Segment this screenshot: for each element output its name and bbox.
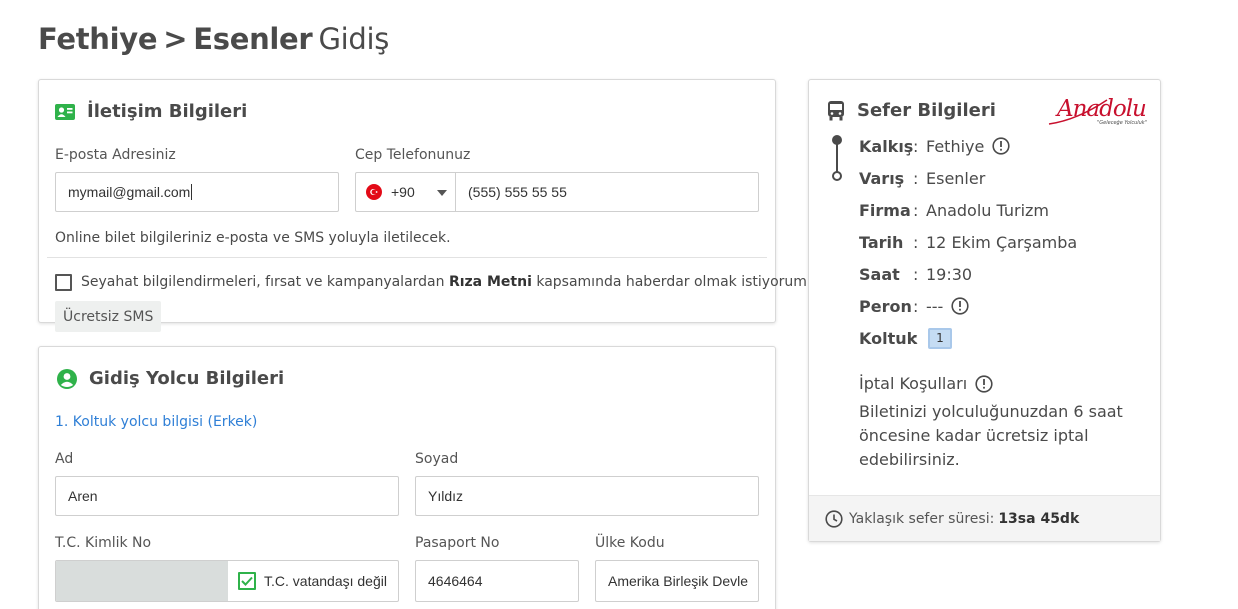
- country-value: Amerika Birleşik Devle: [608, 573, 749, 589]
- first-name-input[interactable]: Aren: [55, 476, 399, 516]
- email-input[interactable]: mymail@gmail.com: [55, 172, 339, 212]
- route-direction: Gidiş: [318, 22, 390, 56]
- departure-value: Fethiye: [926, 136, 985, 156]
- consent-text-before: Seyahat bilgilendirmeleri, fırsat ve kam…: [81, 274, 449, 290]
- first-name-value: Aren: [68, 488, 98, 504]
- platform-row: Peron: ---: [859, 290, 1077, 322]
- seat-passenger-info[interactable]: 1. Koltuk yolcu bilgisi (Erkek): [55, 414, 257, 430]
- row-colon: :: [913, 328, 919, 348]
- departure-row: Kalkış: Fethiye: [859, 130, 1077, 162]
- turkey-flag-icon: [366, 184, 382, 200]
- company-key: Firma: [859, 200, 911, 220]
- last-name-input[interactable]: Yıldız: [415, 476, 759, 516]
- chevron-down-icon: [437, 190, 447, 196]
- date-key: Tarih: [859, 232, 904, 252]
- row-colon: :: [913, 296, 919, 316]
- info-icon[interactable]: [975, 374, 993, 393]
- country-code-value: +90: [391, 184, 415, 200]
- not-citizen-label: T.C. vatandaşı değil: [264, 573, 387, 589]
- not-citizen-toggle[interactable]: T.C. vatandaşı değil: [228, 561, 398, 601]
- route-separator: >: [163, 22, 188, 56]
- contact-card-icon: [55, 103, 75, 120]
- row-colon: :: [913, 168, 919, 188]
- route-destination: Esenler: [193, 22, 313, 56]
- passport-value: 4646464: [428, 573, 483, 589]
- phone-placeholder: (555) 555 55 55: [468, 184, 567, 200]
- last-name-value: Yıldız: [428, 488, 464, 504]
- anadolu-logo: Anadolu "Geleceğe Yolculuk": [1047, 90, 1149, 130]
- last-name-label: Soyad: [415, 451, 459, 467]
- seat-row: Koltuk: 1: [859, 322, 1077, 354]
- text-cursor: [191, 184, 193, 200]
- passport-label: Pasaport No: [415, 535, 500, 551]
- phone-input[interactable]: (555) 555 55 55: [456, 173, 758, 211]
- email-value: mymail@gmail.com: [68, 184, 191, 200]
- row-colon: :: [913, 232, 919, 252]
- passport-input[interactable]: 4646464: [415, 560, 579, 602]
- trip-card: Sefer Bilgileri Anadolu "Geleceğe Yolcul…: [808, 79, 1161, 542]
- email-label: E-posta Adresiniz: [55, 147, 176, 163]
- time-value: 19:30: [926, 264, 973, 284]
- seat-number-badge: 1: [928, 327, 952, 349]
- time-key: Saat: [859, 264, 900, 284]
- cancel-policy-text: Biletinizi yolculuğunuzdan 6 saat öncesi…: [859, 402, 1123, 469]
- tc-id-input-disabled: [56, 561, 228, 601]
- contact-title: İletişim Bilgileri: [55, 101, 247, 122]
- duration-value: 13sa 45dk: [998, 510, 1080, 527]
- cancel-policy-title: İptal Koşulları: [859, 374, 993, 393]
- company-row: Firma: Anadolu Turizm: [859, 194, 1077, 226]
- svg-text:"Geleceğe Yolculuk": "Geleceğe Yolculuk": [1097, 120, 1147, 126]
- seat-key: Koltuk: [859, 328, 918, 348]
- row-colon: :: [913, 136, 919, 156]
- platform-value: ---: [926, 296, 944, 316]
- consent-text-after: kapsamında haberdar olmak istiyorum.: [531, 274, 812, 290]
- free-sms-tooltip: Ücretsiz SMS: [55, 301, 162, 332]
- delivery-info-text: Online bilet bilgileriniz e-posta ve SMS…: [55, 230, 451, 246]
- cancel-policy-title-text: İptal Koşulları: [859, 374, 968, 393]
- row-colon: :: [913, 200, 919, 220]
- row-colon: :: [913, 264, 919, 284]
- bus-icon: [827, 100, 845, 121]
- passenger-card: Gidiş Yolcu Bilgileri 1. Koltuk yolcu bi…: [38, 346, 776, 609]
- page-title: Fethiye > Esenler Gidiş: [38, 22, 389, 56]
- consent-link[interactable]: Rıza Metni: [449, 274, 532, 290]
- arrival-key: Varış: [859, 168, 905, 188]
- passenger-title: Gidiş Yolcu Bilgileri: [57, 368, 284, 389]
- trip-title-text: Sefer Bilgileri: [857, 100, 996, 121]
- tc-id-label: T.C. Kimlik No: [55, 535, 152, 551]
- clock-icon: [825, 509, 843, 528]
- not-citizen-checkbox[interactable]: [238, 572, 256, 590]
- arrival-value: Esenler: [926, 168, 986, 188]
- divider: [47, 257, 767, 258]
- user-icon: [57, 368, 77, 389]
- departure-key: Kalkış: [859, 136, 914, 156]
- arrival-row: Varış: Esenler: [859, 162, 1077, 194]
- consent-text: Seyahat bilgilendirmeleri, fırsat ve kam…: [81, 274, 811, 290]
- country-code-label: Ülke Kodu: [595, 535, 665, 551]
- country-code-select[interactable]: +90: [356, 173, 456, 211]
- company-value: Anadolu Turizm: [926, 200, 1049, 220]
- country-select[interactable]: Amerika Birleşik Devle: [595, 560, 759, 602]
- date-value: 12 Ekim Çarşamba: [926, 232, 1078, 252]
- first-name-label: Ad: [55, 451, 74, 467]
- contact-card: İletişim Bilgileri E-posta Adresiniz mym…: [38, 79, 811, 332]
- duration-label: Yaklaşık sefer süresi:: [849, 510, 995, 527]
- route-timeline: [830, 134, 844, 188]
- svg-text:Anadolu: Anadolu: [1055, 96, 1146, 122]
- trip-title: Sefer Bilgileri: [827, 100, 996, 121]
- info-icon[interactable]: [951, 297, 969, 315]
- time-row: Saat: 19:30: [859, 258, 1077, 290]
- tc-id-field-group: T.C. vatandaşı değil: [55, 560, 399, 602]
- info-icon[interactable]: [992, 137, 1010, 155]
- phone-label: Cep Telefonunuz: [355, 147, 471, 163]
- phone-field-group: +90 (555) 555 55 55: [355, 172, 759, 212]
- date-row: Tarih: 12 Ekim Çarşamba: [859, 226, 1077, 258]
- route-origin: Fethiye: [38, 22, 158, 56]
- contact-title-text: İletişim Bilgileri: [87, 101, 248, 122]
- consent-checkbox[interactable]: [55, 274, 72, 291]
- passenger-title-text: Gidiş Yolcu Bilgileri: [89, 368, 285, 389]
- trip-duration-footer: Yaklaşık sefer süresi: 13sa 45dk: [809, 495, 1160, 541]
- trip-details: Kalkış: Fethiye Varış: Esenler Firma: An…: [859, 130, 1077, 354]
- platform-key: Peron: [859, 296, 912, 316]
